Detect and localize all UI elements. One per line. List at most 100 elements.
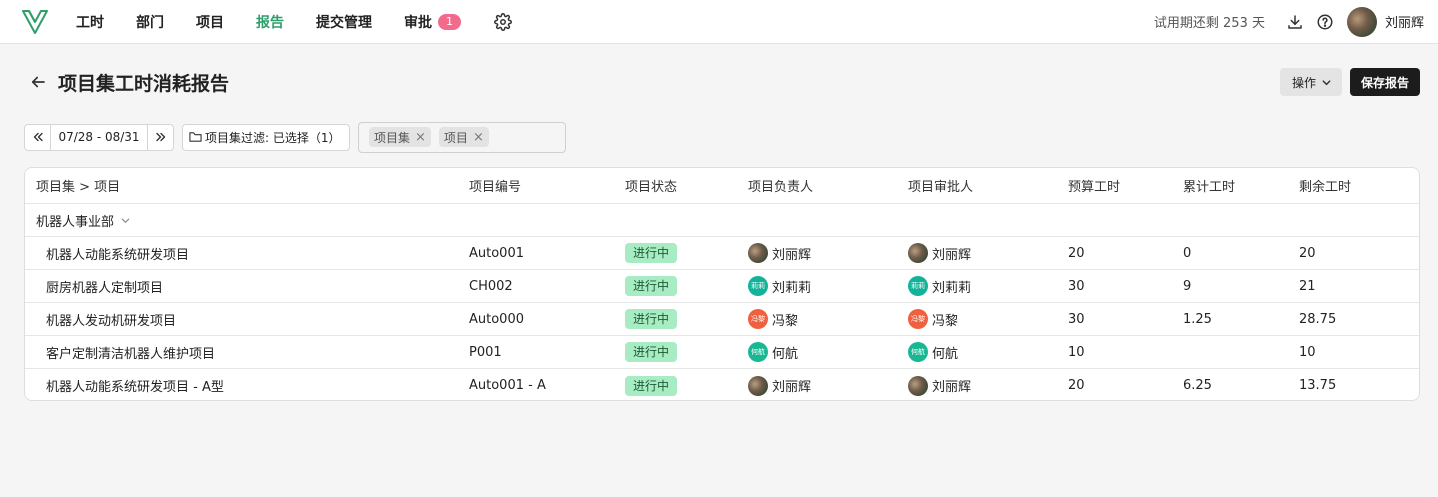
gear-icon[interactable] [493, 12, 513, 32]
nav-item-reports[interactable]: 报告 [256, 12, 284, 32]
filter-bar: 07/28 - 08/31 项目集过滤: 已选择（1） 项目集 × 项目 × [0, 119, 1438, 155]
table-row[interactable]: 机器人动能系统研发项目 - A型 Auto001 - A 进行中 刘丽辉 刘丽辉 20 6.… [25, 369, 1419, 400]
avatar [908, 375, 928, 396]
nav-label: 审批 [404, 14, 432, 31]
column-header-remaining-hours[interactable]: 剩余工时 [1290, 176, 1410, 195]
project-name-cell[interactable]: 机器人动能系统研发项目 [25, 244, 459, 263]
column-header-code[interactable]: 项目编号 [459, 176, 615, 195]
approver-name: 冯黎 [932, 313, 959, 329]
project-code-cell: Auto000 [469, 311, 524, 327]
budget-hours-cell: 20 [1068, 245, 1085, 261]
approval-count-badge: 1 [438, 13, 461, 30]
avatar: 冯黎 [908, 309, 928, 329]
chevron-down-icon[interactable] [120, 215, 131, 226]
project-code-cell: CH002 [469, 278, 513, 294]
nav-label: 项目 [196, 14, 224, 31]
avatar [748, 243, 768, 263]
nav-label: 部门 [136, 14, 164, 31]
column-header-approver[interactable]: 项目审批人 [898, 176, 1058, 195]
remaining-hours-cell: 13.75 [1299, 378, 1337, 393]
remaining-hours-cell: 20 [1299, 245, 1316, 261]
nav-item-submissions[interactable]: 提交管理 [316, 12, 372, 32]
avatar: 莉莉 [748, 276, 768, 296]
owner-name: 何航 [772, 346, 799, 362]
project-name-cell[interactable]: 机器人发动机研发项目 [25, 310, 459, 329]
previous-period-icon[interactable] [25, 124, 51, 150]
column-header-budget-hours[interactable]: 预算工时 [1058, 176, 1173, 195]
remaining-hours-cell: 21 [1299, 278, 1316, 294]
save-report-button[interactable]: 保存报告 [1349, 68, 1420, 96]
project-name-cell[interactable]: 客户定制清洁机器人维护项目 [25, 343, 459, 362]
budget-hours-cell: 20 [1068, 378, 1085, 393]
owner-cell: 刘丽辉 [738, 243, 898, 263]
approver-cell: 刘丽辉 [898, 243, 1058, 263]
group-cell: 机器人事业部 [25, 211, 459, 230]
approver-cell: 何航 何航 [898, 342, 1058, 362]
avatar: 何航 [748, 342, 768, 362]
group-row[interactable]: 机器人事业部 [25, 204, 1419, 237]
avatar: 冯黎 [748, 309, 768, 329]
nav-item-approvals[interactable]: 审批 1 [404, 12, 461, 32]
status-badge: 进行中 [625, 342, 678, 362]
status-badge: 进行中 [625, 309, 678, 329]
owner-cell: 莉莉 刘莉莉 [738, 276, 898, 296]
date-range-value[interactable]: 07/28 - 08/31 [51, 125, 147, 150]
project-code-cell: P001 [469, 344, 502, 360]
table-row[interactable]: 厨房机器人定制项目 CH002 进行中 莉莉 刘莉莉 莉莉 刘莉莉 30 9 21 [25, 270, 1419, 303]
project-code-cell: Auto001 [469, 245, 524, 261]
user-avatar[interactable] [1346, 6, 1377, 37]
download-icon[interactable] [1285, 12, 1305, 32]
approver-name: 何航 [932, 346, 959, 362]
owner-name: 冯黎 [772, 313, 799, 329]
chip-label: 项目 [443, 130, 468, 145]
back-arrow-icon[interactable] [28, 72, 48, 92]
owner-name: 刘丽辉 [772, 247, 812, 263]
owner-cell: 刘丽辉 [738, 375, 898, 396]
table-row[interactable]: 客户定制清洁机器人维护项目 P001 进行中 何航 何航 何航 何航 10 10 [25, 336, 1419, 369]
chevron-down-icon [1321, 77, 1332, 88]
nav-item-projects[interactable]: 项目 [196, 12, 224, 32]
page-title: 项目集工时消耗报告 [58, 72, 230, 95]
nav-label: 报告 [256, 14, 284, 31]
next-period-icon[interactable] [147, 124, 173, 150]
group-chip-program: 项目集 × [369, 127, 431, 147]
status-cell: 进行中 [615, 243, 738, 263]
table-row[interactable]: 机器人发动机研发项目 Auto000 进行中 冯黎 冯黎 冯黎 冯黎 30 1.25 28.75 [25, 303, 1419, 336]
status-cell: 进行中 [615, 276, 738, 296]
column-header-status[interactable]: 项目状态 [615, 176, 738, 195]
status-cell: 进行中 [615, 342, 738, 362]
owner-name: 刘莉莉 [772, 280, 812, 296]
table-row[interactable]: 机器人动能系统研发项目 Auto001 进行中 刘丽辉 刘丽辉 20 0 20 [25, 237, 1419, 270]
nav-item-departments[interactable]: 部门 [136, 12, 164, 32]
logo-icon[interactable] [20, 7, 50, 37]
column-header-owner[interactable]: 项目负责人 [738, 176, 898, 195]
top-navbar: 工时 部门 项目 报告 提交管理 审批 1 试用期还剩 253 天 刘丽辉 [0, 0, 1438, 44]
project-code-cell: Auto001 - A [469, 378, 546, 393]
group-by-tag-input[interactable]: 项目集 × 项目 × [358, 121, 566, 153]
status-badge: 进行中 [625, 276, 678, 296]
operations-dropdown-button[interactable]: 操作 [1279, 68, 1342, 96]
approver-name: 刘丽辉 [932, 247, 972, 263]
project-name-cell[interactable]: 厨房机器人定制项目 [25, 277, 459, 296]
close-icon[interactable]: × [415, 130, 426, 145]
column-header-spent-hours[interactable]: 累计工时 [1173, 176, 1290, 195]
program-filter-button[interactable]: 项目集过滤: 已选择（1） [182, 123, 350, 151]
program-filter-label: 项目集过滤: 已选择（1） [205, 130, 341, 145]
spent-hours-cell: 0 [1183, 245, 1192, 261]
column-header-program-project[interactable]: 项目集 > 项目 [25, 176, 459, 195]
approver-name: 刘莉莉 [932, 280, 972, 296]
close-icon[interactable]: × [473, 130, 484, 145]
avatar: 莉莉 [908, 276, 928, 296]
remaining-hours-cell: 28.75 [1299, 311, 1337, 327]
approver-cell: 冯黎 冯黎 [898, 309, 1058, 329]
avatar [908, 243, 928, 263]
project-name-cell[interactable]: 机器人动能系统研发项目 - A型 [25, 376, 459, 395]
approver-cell: 莉莉 刘莉莉 [898, 276, 1058, 296]
username[interactable]: 刘丽辉 [1385, 12, 1424, 31]
status-cell: 进行中 [615, 375, 738, 396]
help-icon[interactable] [1315, 12, 1335, 32]
trial-remaining-text: 试用期还剩 253 天 [1153, 16, 1265, 31]
avatar [748, 375, 768, 396]
nav-item-hours[interactable]: 工时 [76, 12, 104, 32]
folder-icon [189, 131, 202, 143]
